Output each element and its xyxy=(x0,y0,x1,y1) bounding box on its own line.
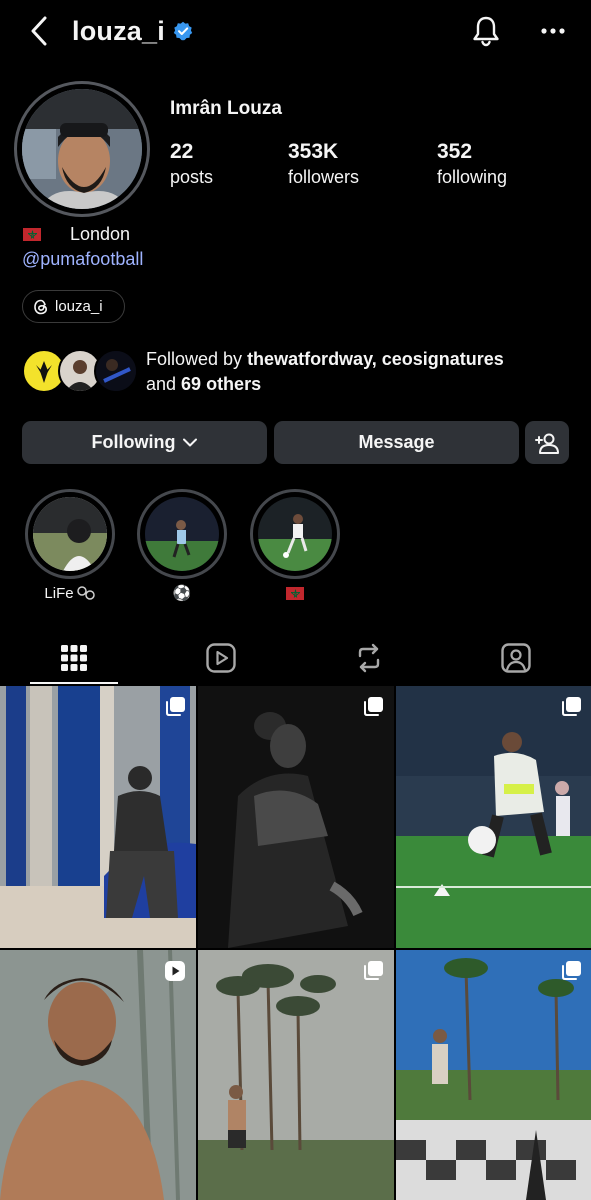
carousel-icon xyxy=(364,961,383,980)
post-thumbnail[interactable] xyxy=(0,686,196,948)
tab-reels[interactable] xyxy=(147,632,294,684)
morocco-flag-icon xyxy=(23,228,41,241)
tab-posts-grid[interactable] xyxy=(0,632,147,684)
profile-tabs xyxy=(0,632,591,684)
following-button[interactable]: Following xyxy=(22,421,267,464)
carousel-icon xyxy=(562,697,581,716)
carousel-icon xyxy=(166,697,185,716)
carousel-icon xyxy=(562,961,581,980)
post-thumbnail[interactable] xyxy=(198,686,394,948)
morocco-flag-icon xyxy=(286,586,304,600)
bell-icon xyxy=(473,16,499,47)
threads-badge[interactable]: louza_i xyxy=(22,290,125,323)
reels-icon xyxy=(205,643,236,673)
threads-handle: louza_i xyxy=(55,298,103,315)
followed-by-others: 69 others xyxy=(181,374,262,394)
following-label: following xyxy=(437,167,508,187)
username-header: louza_i xyxy=(72,14,193,48)
post-thumbnail[interactable] xyxy=(198,950,394,1200)
tagged-person-icon xyxy=(500,643,531,673)
followed-by-and: and xyxy=(146,374,182,394)
post-thumbnail[interactable] xyxy=(396,686,591,948)
message-button[interactable]: Message xyxy=(274,421,519,464)
profile-avatar[interactable] xyxy=(14,81,150,217)
tab-reposts[interactable] xyxy=(295,632,442,684)
notifications-button[interactable] xyxy=(468,12,504,50)
reel-icon xyxy=(165,961,185,981)
story-highlight[interactable] xyxy=(250,489,340,603)
full-name: Imrân Louza xyxy=(170,98,282,119)
followers-count: 353K xyxy=(288,140,339,163)
highlight-cover xyxy=(258,497,332,571)
repost-icon xyxy=(358,643,379,673)
followers-stat[interactable]: 353K followers xyxy=(288,139,359,189)
verified-badge-icon xyxy=(173,21,193,41)
posts-count: 22 xyxy=(170,140,194,163)
top-bar: louza_i xyxy=(0,0,591,64)
chevron-down-icon xyxy=(183,438,198,447)
following-stat[interactable]: 352 following xyxy=(437,139,507,189)
add-person-icon xyxy=(535,433,559,454)
username: louza_i xyxy=(72,15,165,46)
carousel-icon xyxy=(364,697,383,716)
followers-label: followers xyxy=(288,167,360,187)
followed-by-text: Followed by thewatfordway, ceosignatures… xyxy=(146,347,504,397)
threads-icon xyxy=(34,299,48,314)
highlight-label-text: LiFe xyxy=(44,584,74,602)
highlight-cover xyxy=(145,497,219,571)
tab-tagged[interactable] xyxy=(442,632,589,684)
highlight-cover xyxy=(33,497,107,571)
post-thumbnail[interactable] xyxy=(396,950,591,1200)
chevron-left-icon xyxy=(31,16,47,46)
highlight-label: ⚽ xyxy=(172,585,192,602)
post-thumbnail[interactable] xyxy=(0,950,196,1200)
message-button-label: Message xyxy=(358,432,435,452)
highlight-label: LiFe xyxy=(25,583,115,603)
avatar-image xyxy=(22,89,142,209)
bio-mention-link[interactable]: @pumafootball xyxy=(22,249,143,270)
highlight-label xyxy=(250,583,340,603)
bio-location: London xyxy=(23,224,130,245)
grid-icon xyxy=(60,645,87,671)
infinity-rings-icon xyxy=(76,586,95,600)
mutual-avatars xyxy=(22,349,142,393)
back-button[interactable] xyxy=(24,14,54,48)
location-text: London xyxy=(70,224,131,244)
story-highlight[interactable]: ⚽ xyxy=(137,489,227,603)
mutual-followers[interactable]: Followed by thewatfordway, ceosignatures… xyxy=(22,346,582,396)
following-count: 352 xyxy=(437,140,473,163)
followed-by-prefix: Followed by xyxy=(146,349,248,369)
following-button-label: Following xyxy=(91,432,176,452)
more-options-button[interactable] xyxy=(535,16,571,46)
mutual-avatar xyxy=(94,349,138,393)
more-horizontal-icon xyxy=(541,28,565,34)
suggested-people-button[interactable] xyxy=(525,421,569,464)
followed-by-names: thewatfordway, ceosignatures xyxy=(247,349,504,369)
story-highlight[interactable]: LiFe xyxy=(25,489,115,603)
posts-stat[interactable]: 22 posts xyxy=(170,139,213,189)
posts-label: posts xyxy=(170,167,214,187)
